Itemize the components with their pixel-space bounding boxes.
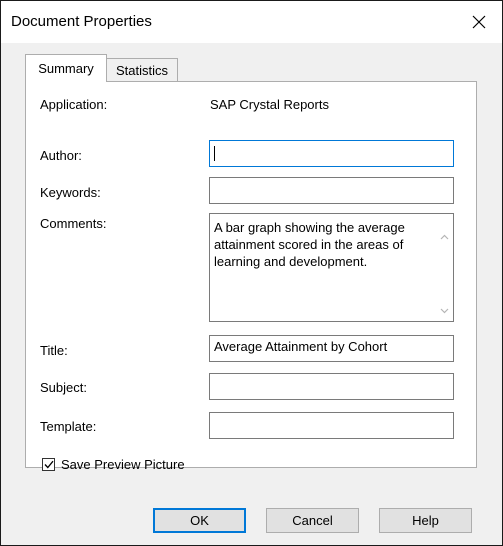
title-field[interactable]: Average Attainment by Cohort — [209, 335, 454, 362]
save-preview-label: Save Preview Picture — [61, 456, 185, 472]
application-value: SAP Crystal Reports — [210, 97, 329, 112]
comments-scrollbar[interactable] — [436, 214, 453, 321]
comments-label: Comments: — [40, 216, 107, 231]
scroll-down-arrow-icon — [440, 308, 449, 313]
subject-field[interactable] — [209, 373, 454, 400]
save-preview-checkbox[interactable] — [42, 457, 55, 471]
template-field[interactable] — [209, 412, 454, 439]
scroll-down-button[interactable] — [436, 302, 453, 319]
check-icon — [44, 460, 54, 468]
ok-button[interactable]: OK — [153, 508, 246, 533]
title-bar: Document Properties — [1, 1, 502, 43]
cancel-button[interactable]: Cancel — [266, 508, 359, 533]
tab-statistics[interactable]: Statistics — [106, 58, 178, 82]
application-label: Application: — [40, 97, 108, 112]
template-label: Template: — [40, 419, 97, 434]
close-icon — [472, 15, 486, 29]
document-properties-dialog: Document Properties Summary Statistics A… — [0, 0, 503, 546]
keywords-field[interactable] — [209, 177, 454, 204]
author-label: Author: — [40, 148, 82, 163]
save-preview-row[interactable]: Save Preview Picture — [42, 456, 185, 472]
scroll-up-button[interactable] — [436, 228, 453, 245]
dialog-title: Document Properties — [11, 13, 152, 30]
comments-value: A bar graph showing the average attainme… — [214, 220, 405, 269]
author-field[interactable] — [209, 140, 454, 167]
subject-label: Subject: — [40, 380, 87, 395]
text-caret — [214, 146, 215, 161]
keywords-label: Keywords: — [40, 185, 101, 200]
close-button[interactable] — [456, 1, 502, 43]
title-value: Average Attainment by Cohort — [214, 339, 388, 354]
tab-summary[interactable]: Summary — [25, 54, 107, 82]
title-label: Title: — [40, 343, 68, 358]
comments-field[interactable]: A bar graph showing the average attainme… — [209, 213, 454, 322]
help-button[interactable]: Help — [379, 508, 472, 533]
scroll-up-arrow-icon — [440, 234, 449, 239]
